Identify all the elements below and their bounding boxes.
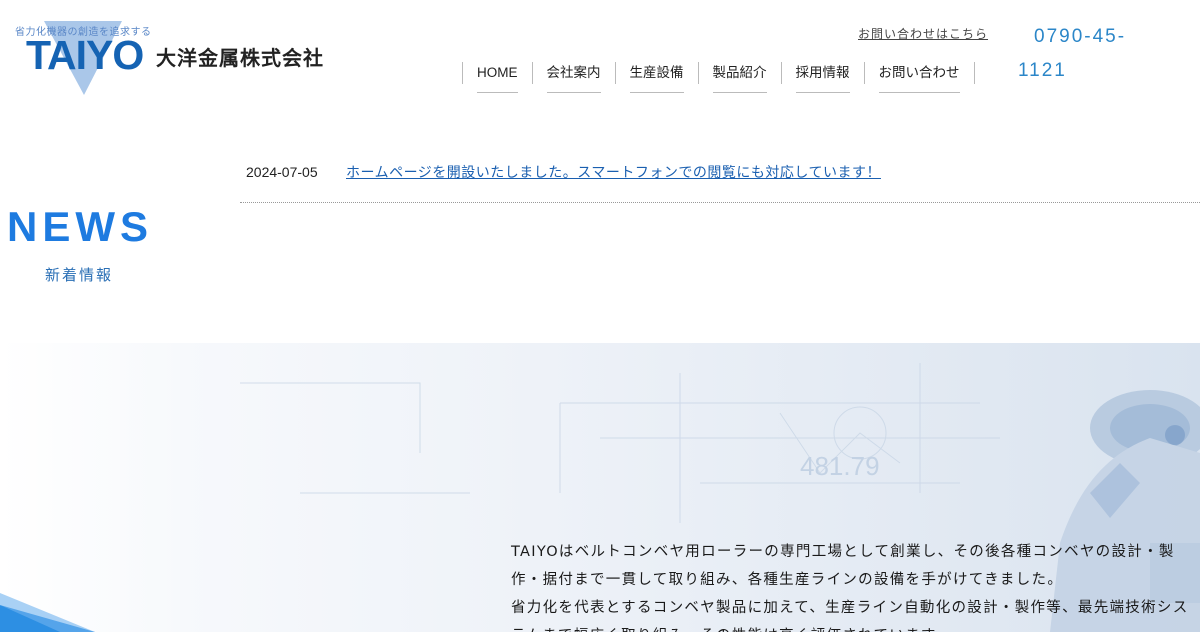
site-logo[interactable]: 省力化機器の創造を追求する TAIYO 大洋金属株式会社 — [12, 18, 352, 98]
news-item: 2024-07-05 ホームページを開設いたしました。スマートフォンでの閲覧にも… — [246, 162, 1200, 182]
hero-section: 481.79 TAIYOはベルトコンベヤ用ローラーの専門工場として創業し、その後… — [0, 343, 1200, 632]
logo-wordmark: TAIYO — [26, 32, 144, 78]
nav-item-home[interactable]: HOME — [462, 62, 532, 93]
nav-item-recruit[interactable]: 採用情報 — [780, 62, 864, 93]
intro-line: テムまで幅広く取り組み、その性能は高く評価されています。 — [511, 622, 1200, 632]
phone-line-1: 0790-45- — [1034, 26, 1127, 47]
nav-item-company[interactable]: 会社案内 — [531, 62, 615, 93]
company-intro: TAIYOはベルトコンベヤ用ローラーの専門工場として創業し、その後各種コンベヤの… — [511, 538, 1200, 632]
phone-number[interactable]: 0790-45- 1121 — [1018, 20, 1138, 88]
news-heading: NEWS — [7, 203, 153, 250]
nav-label: 生産設備 — [629, 62, 684, 93]
nav-item-contact[interactable]: お問い合わせ — [863, 62, 975, 93]
nav-label: HOME — [477, 62, 518, 93]
news-subheading: 新着情報 — [45, 266, 114, 284]
company-name: 大洋金属株式会社 — [156, 46, 324, 70]
nav-label: お問い合わせ — [878, 62, 960, 93]
intro-line: 省力化を代表とするコンベヤ製品に加えて、生産ライン自動化の設計・製作等、最先端技… — [511, 600, 1189, 616]
nav-item-products[interactable]: 製品紹介 — [697, 62, 781, 93]
intro-line: TAIYOはベルトコンベヤ用ローラーの専門工場として創業し、その後各種コンベヤの… — [511, 544, 1175, 560]
news-divider — [240, 202, 1200, 203]
contact-link[interactable]: お問い合わせはこちら — [858, 25, 988, 42]
nav-label: 採用情報 — [795, 62, 850, 93]
nav-label: 製品紹介 — [712, 62, 767, 93]
news-date: 2024-07-05 — [246, 164, 318, 180]
hero-readout: 481.79 — [800, 451, 880, 481]
nav-item-facilities[interactable]: 生産設備 — [614, 62, 698, 93]
news-link[interactable]: ホームページを開設いたしました。スマートフォンでの閲覧にも対応しています！ — [346, 162, 881, 182]
phone-line-2: 1121 — [1018, 60, 1067, 81]
intro-line: 作・据付まで一貫して取り組み、各種生産ラインの設備を手がけてきました。 — [511, 572, 1064, 588]
nav-label: 会社案内 — [546, 62, 601, 93]
global-nav: HOME 会社案内 生産設備 製品紹介 採用情報 お問い合わせ — [462, 62, 975, 94]
